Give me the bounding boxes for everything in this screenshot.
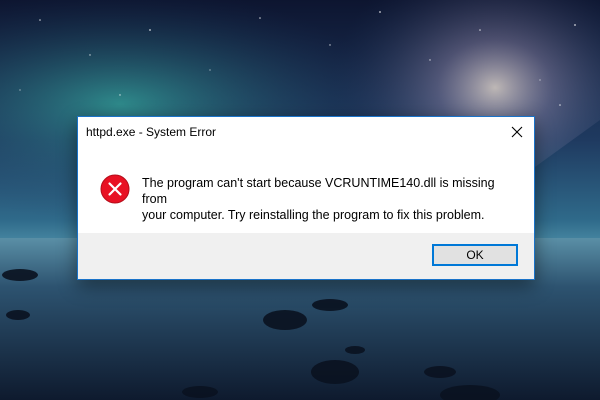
error-message: The program can't start because VCRUNTIM… — [142, 175, 522, 223]
dialog-titlebar[interactable]: httpd.exe - System Error — [78, 117, 534, 147]
system-error-dialog: httpd.exe - System Error The program can… — [77, 116, 535, 280]
dialog-content: The program can't start because VCRUNTIM… — [78, 147, 534, 233]
close-button[interactable] — [500, 117, 534, 147]
ok-button[interactable]: OK — [432, 244, 518, 266]
dialog-title: httpd.exe - System Error — [86, 125, 217, 139]
error-message-line-2: your computer. Try reinstalling the prog… — [142, 208, 485, 222]
close-icon — [511, 126, 523, 138]
error-icon — [100, 174, 130, 204]
dialog-footer: OK — [78, 233, 534, 279]
error-message-line-1: The program can't start because VCRUNTIM… — [142, 176, 495, 206]
